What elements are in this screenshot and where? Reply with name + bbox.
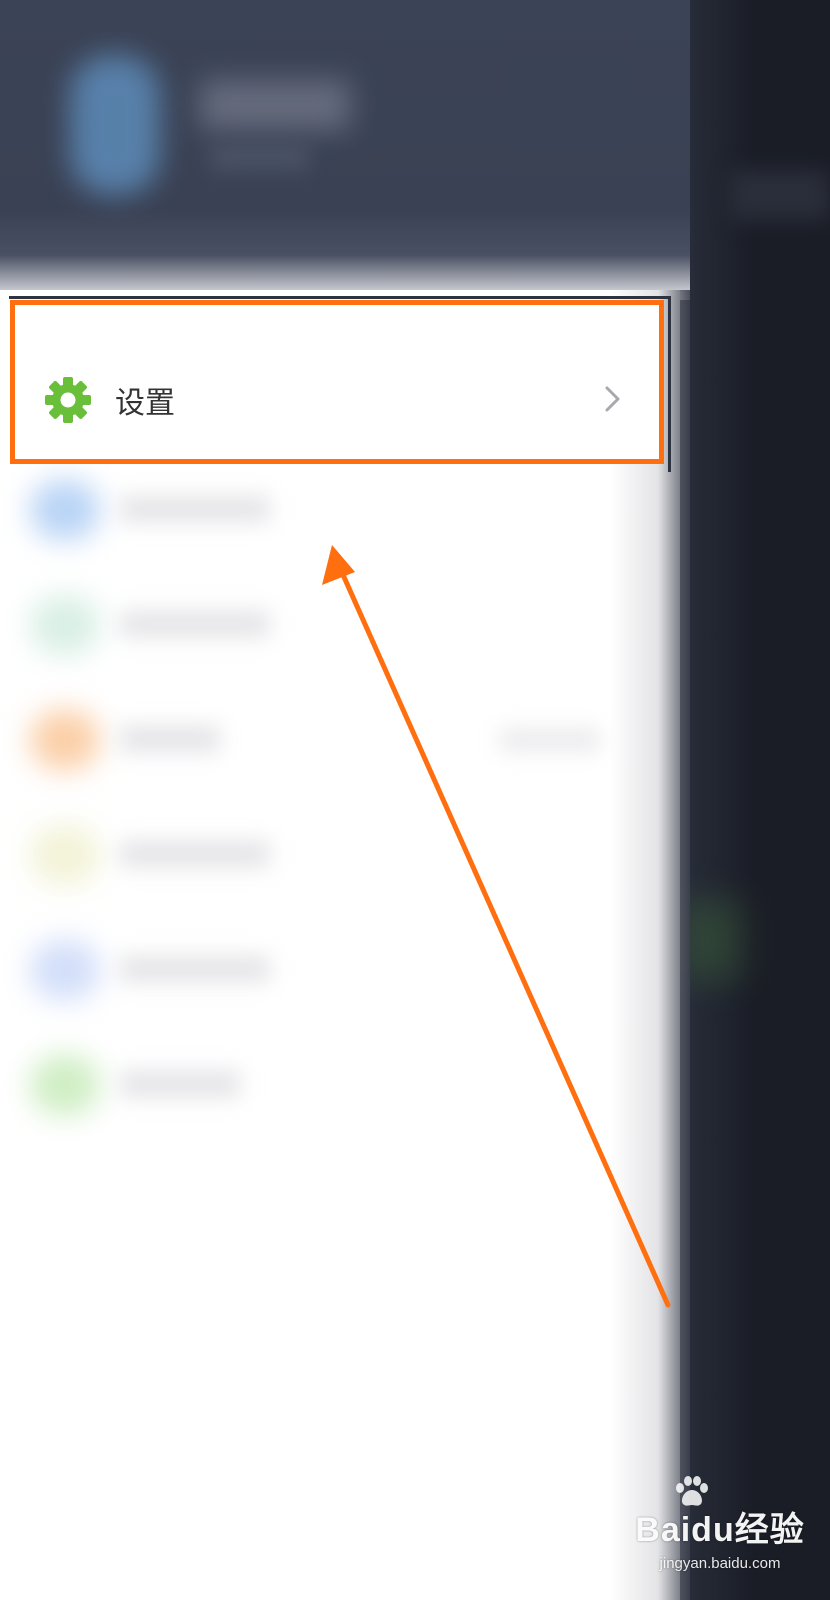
settings-label: 设置 [115,386,175,421]
blurred-icon [30,1055,100,1115]
watermark-url: jingyan.baidu.com [659,1555,781,1572]
blurred-label [120,725,220,753]
chevron-right-icon [605,386,620,412]
blurred-subtitle [210,145,310,170]
blurred-label [120,1070,240,1098]
list-item[interactable] [20,470,620,550]
blurred-username [200,80,350,130]
blurred-element [730,170,830,220]
watermark-logo: Baidu经验 [635,1511,805,1549]
list-item[interactable] [20,930,620,1010]
blurred-value [500,728,600,752]
blurred-label [120,495,270,523]
blurred-label [120,840,270,868]
avatar [70,55,160,195]
blurred-icon [30,940,100,1000]
list-item[interactable] [20,585,620,665]
blurred-icon [30,825,100,885]
highlight-frame: 设置 [9,296,671,472]
blurred-menu-list [0,470,640,1170]
blurred-icon [30,710,100,770]
gear-icon [45,377,91,423]
watermark: Baidu经验 jingyan.baidu.com [625,1476,815,1588]
paw-icon [676,1476,708,1506]
drawer-edge-shadow [610,290,690,1600]
blurred-icon [30,595,100,655]
drawer-header-blurred [0,0,690,300]
list-item[interactable] [20,1045,620,1125]
blurred-label [120,955,270,983]
list-item[interactable] [20,700,620,780]
blurred-icon [30,480,100,540]
settings-menu-item[interactable]: 设置 [43,370,623,430]
app-screen: 设置 Baidu经验 jingyan.baidu.com [0,0,830,1600]
blurred-label [120,610,270,638]
list-item[interactable] [20,815,620,895]
